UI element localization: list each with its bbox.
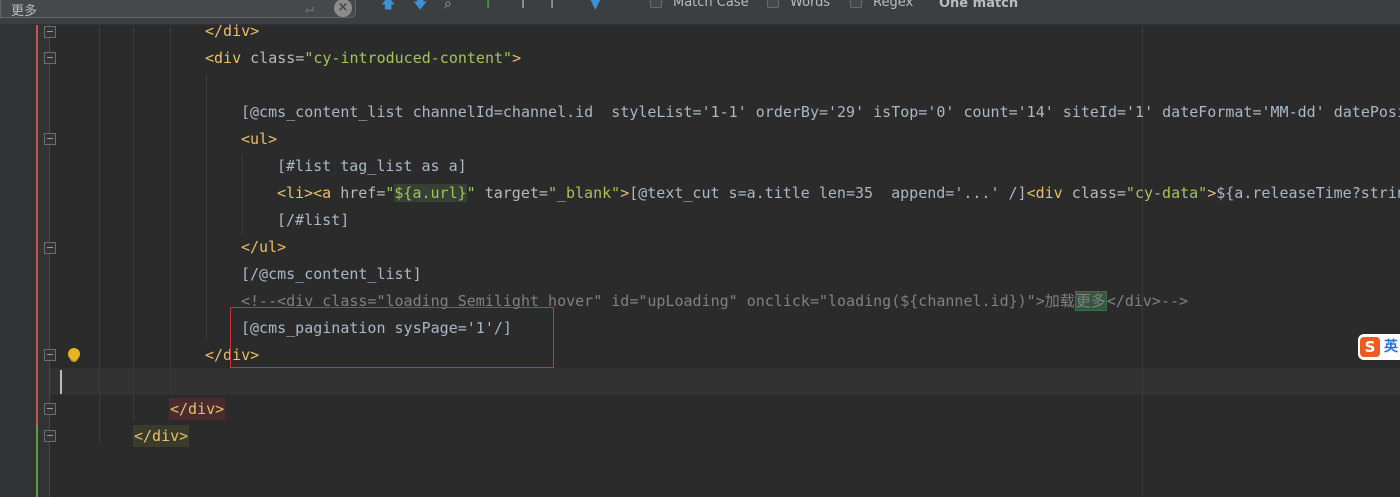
interpolation-token: ${a.url}: [394, 184, 467, 202]
string-token: ": [466, 184, 476, 202]
current-line-highlight: [50, 368, 1400, 395]
tag-token: <li>: [277, 184, 314, 202]
indent-guide: [99, 25, 100, 445]
code-line-1[interactable]: </div>: [205, 18, 259, 45]
fold-marker[interactable]: [44, 403, 56, 415]
previous-occurrence-icon[interactable]: 🡅: [381, 0, 395, 11]
tag-token: </div>: [205, 22, 260, 40]
code-line-16[interactable]: </div>: [133, 423, 190, 450]
ime-mode-label: 英: [1384, 339, 1398, 355]
editor-gutter: [0, 25, 50, 497]
tag-token: </div>: [133, 425, 190, 447]
vcs-change-marker-added: [36, 425, 38, 497]
code-line-5[interactable]: <ul>: [241, 126, 277, 153]
comment-token: </div>-->: [1106, 292, 1189, 310]
indent-guide: [170, 25, 171, 395]
fold-marker[interactable]: [44, 133, 56, 145]
tag-token: <div: [1026, 184, 1063, 202]
gutter-separator: [49, 25, 50, 497]
lightbulb-icon[interactable]: [68, 348, 80, 360]
code-line-15[interactable]: </div>: [169, 396, 226, 423]
regex-checkbox[interactable]: [850, 0, 862, 8]
remove-selection-icon[interactable]: Ī: [521, 0, 525, 11]
text-caret: [60, 370, 62, 394]
tag-token: </ul>: [241, 238, 287, 256]
indent-guide: [133, 25, 134, 420]
code-line-7[interactable]: <li><a href="${a.url}" target="_blank">[…: [277, 180, 1400, 207]
tag-token: >: [620, 184, 630, 202]
fold-marker[interactable]: [44, 430, 56, 442]
attr-token: class=: [241, 49, 305, 67]
tag-token: <div: [205, 49, 242, 67]
add-selection-icon[interactable]: Ī: [486, 0, 490, 11]
right-margin-guide: [1142, 25, 1143, 497]
words-label: Words: [790, 0, 831, 10]
freemarker-token: [/@cms_content_list]: [241, 265, 422, 283]
match-case-label: Match Case: [673, 0, 749, 10]
code-line-8[interactable]: [/#list]: [277, 207, 349, 234]
tag-token: >: [512, 49, 522, 67]
match-case-checkbox[interactable]: [650, 0, 662, 8]
tag-token: </div>: [169, 398, 226, 420]
code-line-9[interactable]: </ul>: [241, 234, 286, 261]
next-occurrence-icon[interactable]: 🡇: [413, 0, 427, 11]
select-all-occurrences-icon[interactable]: Ī: [550, 0, 554, 11]
tag-token: >: [1207, 184, 1217, 202]
attr-token: target=: [475, 184, 548, 202]
enter-icon[interactable]: ↵: [305, 0, 314, 16]
freemarker-token: ${a.releaseTime?strin: [1216, 184, 1400, 202]
freemarker-token: [/#list]: [277, 211, 350, 229]
freemarker-token: [@text_cut s=a.title len=35 append='...'…: [629, 184, 1027, 202]
fold-marker[interactable]: [44, 242, 56, 254]
vcs-change-marker-modified: [36, 25, 38, 425]
code-line-2[interactable]: <div class="cy-introduced-content">: [205, 45, 521, 72]
words-checkbox[interactable]: [767, 0, 779, 8]
indent-guide: [206, 73, 207, 341]
code-line-4[interactable]: [@cms_content_list channelId=channel.id …: [241, 99, 1400, 126]
search-field-box: ↵ ×: [0, 0, 356, 18]
sogou-logo-icon: S: [1360, 337, 1380, 357]
indent-guide: [242, 154, 243, 234]
fold-marker[interactable]: [44, 52, 56, 64]
search-match-highlight: 更多: [1074, 291, 1107, 311]
filter-icon[interactable]: ▼: [590, 0, 601, 11]
tag-token: <a: [313, 184, 332, 202]
regex-label: Regex: [873, 0, 914, 10]
freemarker-token: [#list tag_list as a]: [277, 157, 467, 175]
search-input[interactable]: [11, 1, 301, 17]
annotation-red-box: [230, 307, 554, 368]
clear-icon[interactable]: ×: [334, 0, 352, 17]
attr-token: href=: [331, 184, 386, 202]
code-line-6[interactable]: [#list tag_list as a]: [277, 153, 467, 180]
find-all-icon[interactable]: ⌕: [444, 0, 452, 11]
fold-marker[interactable]: [44, 26, 56, 38]
attr-token: class=: [1062, 184, 1126, 202]
freemarker-token: [@cms_content_list channelId=channel.id …: [241, 103, 1400, 121]
string-token: "_blank": [547, 184, 621, 202]
string-token: "cy-introduced-content": [304, 49, 513, 67]
tag-token: <ul>: [241, 130, 278, 148]
ime-status-badge[interactable]: S 英: [1358, 334, 1400, 360]
code-line-10[interactable]: [/@cms_content_list]: [241, 261, 422, 288]
fold-marker[interactable]: [44, 349, 56, 361]
string-token: "cy-data": [1125, 184, 1208, 202]
match-count: One match: [939, 0, 1019, 11]
